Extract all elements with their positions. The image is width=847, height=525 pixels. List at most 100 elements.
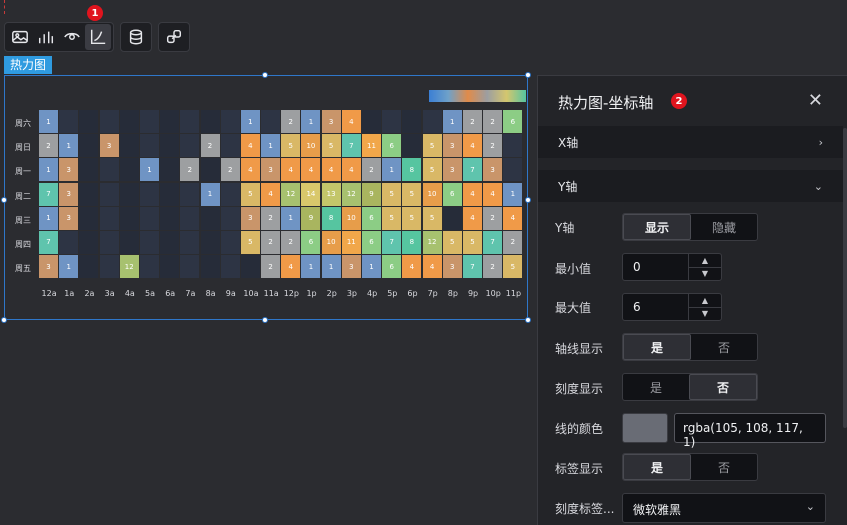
heatmap-cell[interactable]: 3 <box>39 255 58 279</box>
heatmap-cell[interactable]: 4 <box>240 158 260 182</box>
bar-chart-icon[interactable] <box>33 24 59 50</box>
heatmap-cell[interactable]: 1 <box>39 110 58 133</box>
heatmap-cell[interactable] <box>119 230 139 254</box>
heatmap-cell[interactable] <box>180 255 200 279</box>
heatmap-cell[interactable] <box>220 255 240 279</box>
heatmap-cell[interactable]: 1 <box>240 110 260 133</box>
heatmap-cell[interactable]: 4 <box>261 182 281 206</box>
x-axis-section[interactable]: X轴 › <box>538 126 843 158</box>
heatmap-cell[interactable] <box>119 206 139 230</box>
heatmap-cell[interactable] <box>119 182 139 206</box>
tick-yes[interactable]: 是 <box>623 374 689 400</box>
heatmap-cell[interactable]: 1 <box>321 255 341 279</box>
heatmap-cell[interactable]: 12 <box>281 182 301 206</box>
heatmap-cell[interactable]: 11 <box>341 230 361 254</box>
heatmap-cell[interactable] <box>59 230 79 254</box>
component-tag[interactable]: 热力图 <box>4 56 53 74</box>
heatmap-cell[interactable]: 3 <box>59 206 79 230</box>
heatmap-cell[interactable]: 6 <box>382 255 402 279</box>
axis-line-no[interactable]: 否 <box>691 334 757 360</box>
heatmap-cell[interactable] <box>79 182 99 206</box>
heatmap-cell[interactable]: 5 <box>321 134 341 158</box>
heatmap-cell[interactable]: 3 <box>59 158 79 182</box>
heatmap-cell[interactable] <box>160 134 180 158</box>
heatmap-cell[interactable] <box>139 206 159 230</box>
y-axis-section[interactable]: Y轴 ⌄ <box>538 170 843 202</box>
scrollbar[interactable] <box>843 128 847 428</box>
heatmap-cell[interactable]: 2 <box>483 134 503 158</box>
heatmap-cell[interactable]: 2 <box>281 230 301 254</box>
y-axis-toggle[interactable]: 显示 隐藏 <box>622 213 758 241</box>
heatmap-cell[interactable]: 1 <box>59 255 79 279</box>
heatmap-cell[interactable] <box>382 110 402 133</box>
heatmap-cell[interactable] <box>402 134 422 158</box>
heatmap-cell[interactable] <box>99 110 119 133</box>
heatmap-cell[interactable]: 12 <box>422 230 442 254</box>
close-icon[interactable]: ✕ <box>808 90 823 111</box>
heatmap-cell[interactable]: 14 <box>301 182 321 206</box>
heatmap-cell[interactable] <box>160 158 180 182</box>
heatmap-cell[interactable]: 5 <box>442 230 462 254</box>
chevron-down-icon[interactable]: ▼ <box>689 268 721 281</box>
heatmap-cell[interactable]: 3 <box>442 134 462 158</box>
heatmap-cell[interactable]: 2 <box>261 206 281 230</box>
heatmap-cell[interactable]: 1 <box>382 158 402 182</box>
heatmap-cell[interactable]: 5 <box>422 134 442 158</box>
heatmap-cell[interactable] <box>220 110 240 133</box>
heatmap-cell[interactable]: 2 <box>362 158 381 182</box>
heatmap-cell[interactable] <box>220 182 240 206</box>
heatmap-cell[interactable]: 4 <box>422 255 442 279</box>
heatmap-cell[interactable]: 2 <box>483 206 503 230</box>
heatmap-cell[interactable]: 4 <box>462 134 482 158</box>
heatmap-cell[interactable]: 5 <box>422 158 442 182</box>
heatmap-cell[interactable] <box>99 255 119 279</box>
heatmap-cell[interactable]: 3 <box>483 158 503 182</box>
heatmap-cell[interactable] <box>160 110 180 133</box>
heatmap-cell[interactable]: 1 <box>59 134 79 158</box>
chevron-up-icon[interactable]: ▲ <box>689 254 721 268</box>
line-color-input[interactable]: rgba(105, 108, 117, 1) <box>674 413 826 449</box>
heatmap-cell[interactable]: 8 <box>321 206 341 230</box>
heatmap-cell[interactable]: 7 <box>483 230 503 254</box>
y-axis-show-option[interactable]: 显示 <box>623 214 691 240</box>
heatmap-cell[interactable]: 2 <box>220 158 240 182</box>
heatmap-cell[interactable]: 4 <box>301 158 321 182</box>
heatmap-cell[interactable]: 1 <box>442 110 462 133</box>
heatmap-cell[interactable]: 6 <box>362 230 381 254</box>
heatmap-cell[interactable] <box>180 230 200 254</box>
heatmap-cell[interactable]: 2 <box>261 255 281 279</box>
heatmap-cell[interactable]: 3 <box>321 110 341 133</box>
heatmap-cell[interactable]: 5 <box>382 182 402 206</box>
heatmap-cell[interactable] <box>99 158 119 182</box>
heatmap-cell[interactable] <box>200 230 220 254</box>
label-show-no[interactable]: 否 <box>691 454 757 480</box>
heatmap-cell[interactable]: 4 <box>462 182 482 206</box>
heatmap-cell[interactable]: 1 <box>139 158 159 182</box>
heatmap-cell[interactable] <box>139 255 159 279</box>
heatmap-cell[interactable]: 3 <box>240 206 260 230</box>
axis-icon[interactable] <box>85 24 111 50</box>
heatmap-cell[interactable]: 5 <box>281 134 301 158</box>
heatmap-cell[interactable]: 7 <box>39 230 58 254</box>
heatmap-cell[interactable]: 5 <box>402 206 422 230</box>
heatmap-cell[interactable] <box>119 158 139 182</box>
visual-map-legend[interactable] <box>429 90 526 102</box>
heatmap-cell[interactable]: 2 <box>483 110 503 133</box>
heatmap-cell[interactable]: 3 <box>99 134 119 158</box>
heatmap-cell[interactable]: 4 <box>341 110 361 133</box>
heatmap-cell[interactable] <box>99 182 119 206</box>
heatmap-cell[interactable]: 10 <box>301 134 321 158</box>
heatmap-cell[interactable]: 1 <box>362 255 381 279</box>
heatmap-cell[interactable]: 1 <box>503 182 523 206</box>
heatmap-cell[interactable]: 5 <box>240 182 260 206</box>
heatmap-cell[interactable] <box>200 206 220 230</box>
heatmap-cell[interactable] <box>402 110 422 133</box>
database-icon[interactable] <box>120 22 152 52</box>
chevron-down-icon[interactable]: ▼ <box>689 308 721 321</box>
heatmap-cell[interactable] <box>180 134 200 158</box>
resize-handle[interactable] <box>525 197 531 203</box>
heatmap-cell[interactable]: 9 <box>301 206 321 230</box>
chevron-up-icon[interactable]: ▲ <box>689 294 721 308</box>
eye-icon[interactable] <box>59 24 85 50</box>
heatmap-cell[interactable]: 3 <box>442 158 462 182</box>
